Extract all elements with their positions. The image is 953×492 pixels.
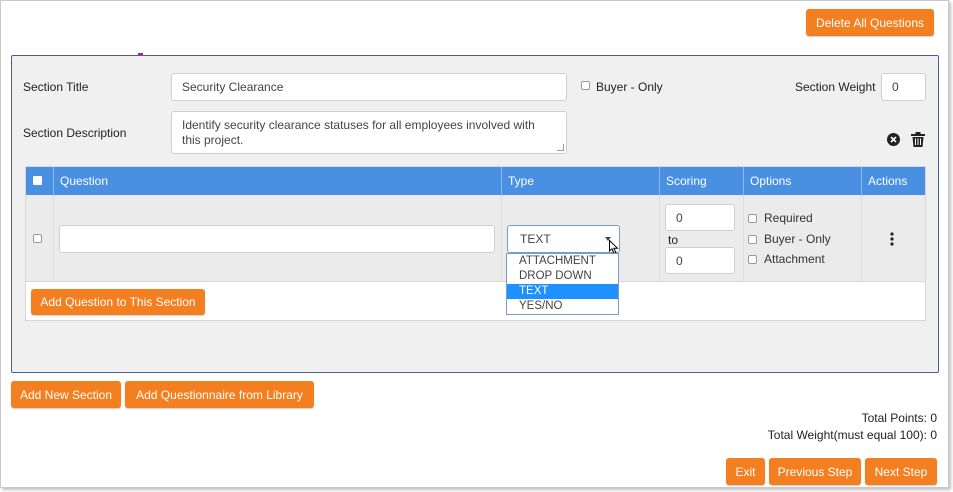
next-step-button[interactable]: Next Step xyxy=(865,458,937,485)
header-scoring: Scoring xyxy=(659,167,743,195)
total-weight-value: 0 xyxy=(930,428,937,442)
remove-circle-icon[interactable] xyxy=(887,133,900,146)
more-actions-icon[interactable] xyxy=(888,232,896,246)
total-weight-label: Total Weight(must equal 100): xyxy=(767,428,927,442)
table-header: Question Type Scoring Options Actions xyxy=(26,167,925,195)
header-type: Type xyxy=(501,167,659,195)
type-option-attachment[interactable]: ATTACHMENT xyxy=(507,254,618,269)
question-input[interactable] xyxy=(59,225,495,253)
buyer-only-checkbox[interactable] xyxy=(581,81,590,90)
type-select[interactable]: TEXT xyxy=(507,225,620,253)
attachment-checkbox[interactable] xyxy=(748,255,757,264)
exit-button[interactable]: Exit xyxy=(726,458,765,485)
section-title-input[interactable]: Security Clearance xyxy=(171,73,567,101)
header-options: Options xyxy=(743,167,861,195)
type-dropdown-list: ATTACHMENT DROP DOWN TEXT YES/NO xyxy=(506,253,619,315)
previous-step-button[interactable]: Previous Step xyxy=(769,458,861,485)
attachment-label: Attachment xyxy=(764,252,825,266)
table-row: TEXT 0 to 0 Required Buyer - Only Attach… xyxy=(26,195,925,282)
trash-icon[interactable] xyxy=(911,132,925,147)
total-weight: Total Weight(must equal 100): 0 xyxy=(768,427,937,444)
total-points: Total Points: 0 xyxy=(768,410,937,427)
required-checkbox[interactable] xyxy=(748,214,757,223)
buyer-only-label: Buyer - Only xyxy=(596,80,663,94)
total-points-value: 0 xyxy=(930,411,937,425)
score-min-input[interactable]: 0 xyxy=(665,204,735,231)
section-description-text: Identify security clearance statuses for… xyxy=(182,118,535,147)
resize-handle[interactable] xyxy=(557,144,564,151)
row-select-checkbox[interactable] xyxy=(33,234,42,243)
header-actions: Actions xyxy=(861,167,925,195)
section-title-label: Section Title xyxy=(23,80,89,94)
type-select-value: TEXT xyxy=(520,232,551,246)
header-question: Question xyxy=(53,167,501,195)
score-to-label: to xyxy=(668,233,679,247)
select-all-checkbox[interactable] xyxy=(33,176,42,185)
section-weight-label: Section Weight xyxy=(795,80,876,94)
total-points-label: Total Points: xyxy=(861,411,927,425)
type-option-yes-no[interactable]: YES/NO xyxy=(507,299,618,314)
add-question-button[interactable]: Add Question to This Section xyxy=(31,289,205,315)
type-option-text[interactable]: TEXT xyxy=(507,284,618,299)
required-label: Required xyxy=(764,211,813,225)
score-max-input[interactable]: 0 xyxy=(665,247,735,274)
totals-block: Total Points: 0 Total Weight(must equal … xyxy=(768,410,937,444)
type-option-drop-down[interactable]: DROP DOWN xyxy=(507,269,618,284)
section-weight-input[interactable]: 0 xyxy=(881,73,926,101)
row-buyer-only-checkbox[interactable] xyxy=(748,235,757,244)
row-buyer-only-label: Buyer - Only xyxy=(764,232,831,246)
add-questionnaire-library-button[interactable]: Add Questionnaire from Library xyxy=(125,381,314,408)
section-description-textarea[interactable]: Identify security clearance statuses for… xyxy=(171,111,567,154)
section-description-label: Section Description xyxy=(23,126,127,140)
questions-table: Question Type Scoring Options Actions TE… xyxy=(25,166,926,321)
add-new-section-button[interactable]: Add New Section xyxy=(11,381,121,408)
delete-all-questions-button[interactable]: Delete All Questions xyxy=(806,9,934,36)
app-frame: Delete All Questions Section Title Secur… xyxy=(0,0,949,488)
